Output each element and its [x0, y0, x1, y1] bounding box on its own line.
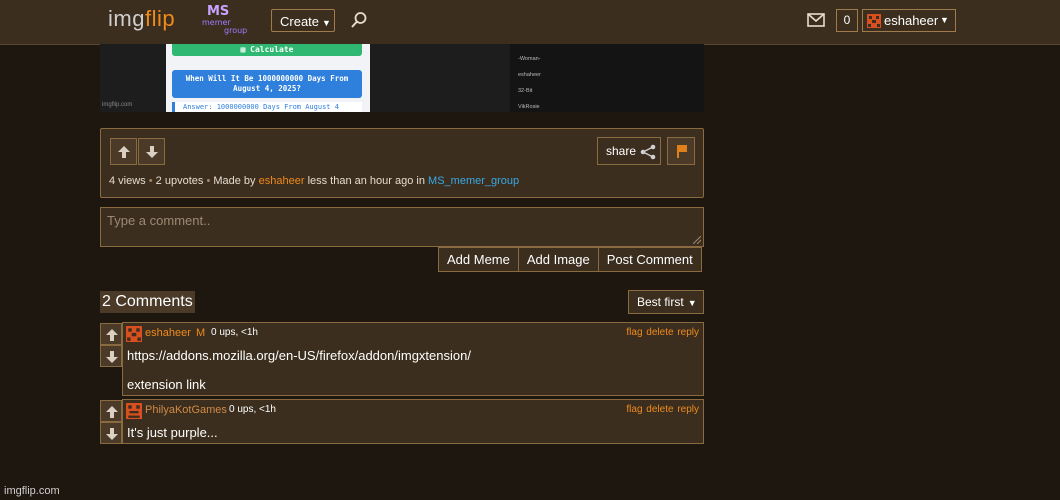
sort-dropdown[interactable]: Best first ▼ [628, 290, 704, 314]
made-by-label: Made by [213, 175, 256, 187]
comment-actions-links[interactable]: flag delete reply [626, 327, 699, 338]
meme-question: When Will It Be 1000000000 Days From Aug… [172, 70, 362, 98]
downvote-icon [106, 428, 118, 440]
group-logo-ms: MS [207, 4, 230, 19]
downvote-icon [106, 351, 118, 363]
top-navbar: imgflip MS memer group Create ▼ 0 eshahee… [0, 0, 1060, 45]
search-icon[interactable] [350, 11, 368, 29]
comment-item: PhilyaKotGames 0 ups, <1h flag delete re… [122, 399, 704, 444]
group-logo[interactable]: MS memer group [202, 4, 250, 36]
username-label: eshaheer [884, 13, 939, 28]
comment-input[interactable]: Type a comment.. [100, 207, 704, 247]
add-image-button[interactable]: Add Image [518, 247, 599, 272]
comment-upvote-button[interactable] [100, 323, 122, 345]
avatar-icon[interactable] [126, 403, 142, 419]
comment-text: extension link [127, 377, 206, 392]
downvote-icon [146, 146, 158, 158]
logo-text-img: img [108, 6, 145, 31]
sort-label: Best first [637, 295, 684, 309]
caret-down-icon: ▼ [940, 15, 949, 25]
share-icon [640, 144, 656, 160]
imgflip-watermark: imgflip.com [4, 485, 60, 497]
post-comment-button[interactable]: Post Comment [598, 247, 702, 272]
meme-sidebar-item: -Woman- [518, 56, 541, 62]
upvote-icon [106, 406, 118, 418]
meme-sidebar-item: eshaheer [518, 72, 541, 78]
flag-icon [677, 145, 687, 158]
post-stats: 4 views • 2 upvotes • Made by eshaheer l… [109, 175, 520, 187]
add-meme-button[interactable]: Add Meme [438, 247, 519, 272]
meme-calculate-button: ▦ Calculate [172, 44, 362, 56]
comment-upvote-button[interactable] [100, 400, 122, 422]
post-info-panel: share 4 views • 2 upvotes • Made by esha… [100, 128, 704, 198]
mod-badge: M [196, 327, 206, 339]
comment-actions-links[interactable]: flag delete reply [626, 404, 699, 415]
share-label: share [606, 144, 637, 158]
upvote-icon [106, 329, 118, 341]
post-time: less than an hour ago in [307, 175, 425, 187]
comment-item: eshaheer M 0 ups, <1h flag delete reply … [122, 322, 704, 396]
imgflip-logo[interactable]: imgflip [108, 6, 175, 32]
comment-actions: Add Meme Add Image Post Comment [438, 247, 702, 272]
comment-text: It's just purple... [127, 425, 218, 440]
comment-meta: 0 ups, <1h [211, 327, 258, 338]
upvote-button[interactable] [110, 138, 137, 165]
comment-downvote-button[interactable] [100, 422, 122, 444]
flag-button[interactable] [667, 137, 695, 165]
comments-count: 2 Comments [100, 291, 195, 313]
avatar-icon [867, 14, 881, 28]
avatar-icon[interactable] [126, 326, 142, 342]
group-logo-line2: group [224, 26, 248, 35]
caret-down-icon: ▼ [687, 298, 697, 308]
mail-icon[interactable] [807, 13, 825, 27]
comment-downvote-button[interactable] [100, 345, 122, 367]
notification-count[interactable]: 0 [836, 9, 858, 32]
share-button[interactable]: share [597, 137, 661, 165]
resize-handle-icon[interactable] [693, 236, 701, 244]
meme-sidebar-item: 32-Bit [518, 88, 533, 94]
comment-meta: 0 ups, <1h [229, 404, 276, 415]
meme-sidebar: -Woman- eshaheer 32-Bit VikRosie [510, 44, 704, 112]
user-menu-button[interactable]: eshaheer ▼ [862, 9, 956, 32]
author-link[interactable]: eshaheer [259, 175, 305, 187]
create-label: Create [280, 14, 320, 29]
meme-image[interactable]: ▦ Calculate When Will It Be 1000000000 D… [100, 44, 704, 112]
comment-username[interactable]: eshaheer [145, 327, 191, 339]
comment-link[interactable]: https://addons.mozilla.org/en-US/firefox… [127, 348, 471, 363]
group-link[interactable]: MS_memer_group [428, 175, 519, 187]
caret-down-icon: ▼ [322, 18, 331, 28]
meme-screenshot: ▦ Calculate When Will It Be 1000000000 D… [166, 44, 370, 112]
comment-placeholder: Type a comment.. [107, 213, 211, 228]
meme-sidebar-item: VikRosie [518, 104, 540, 110]
upvote-icon [118, 146, 130, 158]
meme-watermark: imgflip.com [102, 102, 133, 108]
create-button[interactable]: Create ▼ [271, 9, 335, 32]
logo-text-flip: flip [144, 6, 176, 31]
upvotes-count: 2 upvotes [155, 175, 204, 187]
comment-username[interactable]: PhilyaKotGames [145, 404, 227, 416]
downvote-button[interactable] [138, 138, 165, 165]
views-count: 4 views [109, 175, 146, 187]
meme-answer: Answer: 1000000000 Days From August 4 [172, 102, 362, 112]
